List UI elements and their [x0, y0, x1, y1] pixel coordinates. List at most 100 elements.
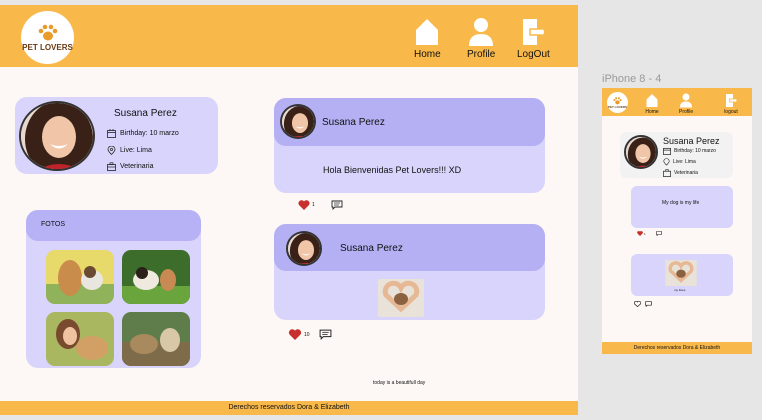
mobile-nav-home[interactable]: Home [645, 93, 659, 115]
logout-icon [726, 94, 738, 107]
nav-profile[interactable]: Profile [467, 17, 495, 60]
post-avatar[interactable] [280, 104, 316, 139]
home-icon [416, 19, 439, 45]
mobile-post-text: My dog is my life [662, 200, 700, 206]
mobile-post-card: My dog is my life [631, 186, 733, 228]
photo-heart-hands-puppy-icon [378, 279, 424, 317]
post-card: Susana Perez Hola Bienvenidas Pet Lovers… [274, 98, 545, 193]
mobile-frame: PET LOVERS Home Profile logout Susana Pe… [602, 88, 752, 354]
post-card: Susana Perez [274, 224, 545, 320]
post-avatar[interactable] [286, 231, 322, 266]
profile-card: Susana Perez Birthday: 10 marzo Live: Li… [15, 97, 218, 174]
avatar-portrait-icon [21, 103, 93, 169]
mobile-brand-logo[interactable]: PET LOVERS [607, 92, 628, 113]
mobile-profile-name: Susana Perez [663, 136, 720, 146]
mobile-post-caption: my fotos [674, 288, 686, 292]
paw-icon [38, 24, 57, 40]
profile-avatar[interactable] [19, 101, 95, 171]
post-text: Hola Bienvenidas Pet Lovers!!! XD [323, 165, 462, 175]
avatar-portrait-icon [282, 106, 314, 137]
mobile-profile-birthday-row: Birthday: 10 marzo [663, 147, 716, 155]
profile-live: Live: Lima [120, 147, 152, 154]
post-reactions: 1 [298, 200, 343, 210]
mobile-profile-avatar[interactable] [624, 135, 658, 169]
fotos-title: FOTOS [41, 221, 65, 228]
nav-logout-label: LogOut [517, 49, 550, 60]
briefcase-icon [107, 162, 116, 171]
post-author: Susana Perez [322, 117, 385, 128]
photo-thumb[interactable] [122, 250, 190, 304]
photo-heart-hands-puppy-icon [665, 260, 697, 286]
post-header: Susana Perez [274, 224, 545, 271]
nav-logout[interactable]: LogOut [517, 17, 550, 60]
calendar-icon [107, 129, 116, 138]
mobile-post-photo[interactable] [664, 260, 698, 286]
user-icon [469, 18, 494, 46]
profile-birthday-row: Birthday: 10 marzo [107, 129, 179, 138]
mobile-frame-label: iPhone 8 - 4 [602, 73, 662, 85]
comment-icon[interactable] [331, 200, 343, 210]
photo-thumb[interactable] [46, 312, 114, 366]
mobile-profile-live: Live: Lima [673, 159, 696, 165]
heart-icon[interactable] [298, 200, 310, 210]
fotos-card: FOTOS [26, 210, 201, 368]
post-author: Susana Perez [340, 243, 403, 254]
fotos-header: FOTOS [26, 210, 201, 241]
mobile-nav-profile-label: Profile [679, 109, 694, 115]
top-header: PET LOVERS Home Profile LogOut [0, 5, 578, 67]
like-count: 1 [312, 202, 315, 208]
mobile-post-card: my fotos [631, 254, 733, 296]
profile-live-row: Live: Lima [107, 146, 152, 155]
heart-icon[interactable] [288, 329, 302, 340]
profile-job-row: Veterinaria [107, 162, 153, 171]
footnote-text: today is a beautifull day [373, 380, 426, 386]
comment-icon[interactable] [655, 231, 662, 236]
post-photo[interactable] [378, 279, 424, 317]
profile-birthday: Birthday: 10 marzo [120, 130, 179, 137]
post-header: Susana Perez [274, 98, 545, 146]
mobile-logo-text: PET LOVERS [607, 104, 627, 109]
photo-woman-dog-icon [46, 312, 114, 366]
photo-thumb[interactable] [46, 250, 114, 304]
calendar-icon [663, 147, 671, 155]
avatar-portrait-icon [288, 233, 320, 264]
briefcase-icon [663, 169, 671, 177]
user-icon [680, 93, 693, 108]
mobile-nav-profile[interactable]: Profile [679, 93, 693, 115]
mobile-profile-live-row: Live: Lima [663, 158, 696, 166]
mobile-profile-job: Veterinaria [674, 170, 698, 176]
mobile-like-count: 1 [644, 231, 646, 236]
comment-icon[interactable] [319, 329, 332, 340]
comment-icon[interactable] [645, 301, 652, 307]
mobile-nav-logout[interactable]: logout [724, 93, 738, 115]
like-count: 10 [304, 331, 310, 338]
profile-name: Susana Perez [114, 108, 177, 119]
mobile-post-reactions: 1 [637, 231, 662, 236]
mobile-nav-home-label: Home [645, 109, 659, 115]
heart-icon[interactable] [637, 231, 643, 236]
heart-outline-icon[interactable] [634, 301, 641, 307]
home-icon [646, 94, 658, 107]
nav-home-label: Home [414, 49, 441, 60]
mobile-profile-job-row: Veterinaria [663, 169, 698, 177]
footer: Derechos reservados Dora & Elizabeth [0, 401, 578, 415]
profile-job: Veterinaria [120, 163, 154, 170]
mobile-profile-birthday: Birthday: 10 marzo [674, 148, 716, 154]
mobile-footer: Derechos reservados Dora & Elizabeth [602, 342, 752, 354]
location-pin-icon [107, 146, 116, 155]
photo-girl-dog-icon [46, 250, 114, 304]
photo-puppy-kitten-icon [122, 250, 190, 304]
logo-text: PET LOVERS [22, 42, 73, 52]
brand-logo[interactable]: PET LOVERS [21, 11, 74, 64]
photo-dog-cat-icon [122, 312, 190, 366]
mobile-header: PET LOVERS Home Profile logout [602, 88, 752, 116]
nav-profile-label: Profile [467, 49, 496, 60]
nav-home[interactable]: Home [414, 17, 441, 60]
paw-icon [613, 96, 622, 104]
location-pin-icon [663, 158, 670, 166]
post-reactions: 10 [288, 329, 332, 340]
desktop-frame: PET LOVERS Home Profile LogOut Susana Pe… [0, 5, 578, 415]
photo-thumb[interactable] [122, 312, 190, 366]
mobile-nav-logout-label: logout [724, 109, 738, 115]
mobile-post-reactions [634, 301, 652, 307]
